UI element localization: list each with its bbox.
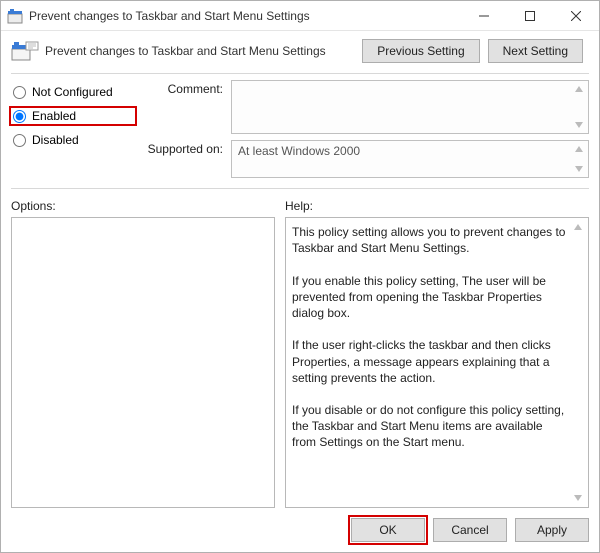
comment-scrollbar[interactable] xyxy=(571,82,587,132)
comment-row: Comment: xyxy=(141,80,589,134)
supported-on-row: Supported on: At least Windows 2000 xyxy=(141,140,589,178)
apply-button[interactable]: Apply xyxy=(515,518,589,542)
policy-subtitle: Prevent changes to Taskbar and Start Men… xyxy=(45,44,362,58)
supported-on-value: At least Windows 2000 xyxy=(232,141,588,161)
next-setting-button[interactable]: Next Setting xyxy=(488,39,583,63)
help-text: This policy setting allows you to preven… xyxy=(286,218,588,457)
help-scrollbar[interactable] xyxy=(570,220,586,505)
state-radio-group: Not Configured Enabled Disabled xyxy=(11,80,135,178)
radio-enabled[interactable]: Enabled xyxy=(11,108,135,124)
cancel-button[interactable]: Cancel xyxy=(433,518,507,542)
scroll-down-icon[interactable] xyxy=(571,162,587,176)
dialog-window: Prevent changes to Taskbar and Start Men… xyxy=(0,0,600,553)
comment-label: Comment: xyxy=(141,80,223,96)
radio-enabled-input[interactable] xyxy=(13,110,26,123)
radio-enabled-label: Enabled xyxy=(32,109,76,123)
policy-icon xyxy=(11,41,39,61)
previous-setting-button[interactable]: Previous Setting xyxy=(362,39,479,63)
separator xyxy=(11,188,589,189)
titlebar: Prevent changes to Taskbar and Start Men… xyxy=(1,1,599,31)
window-controls xyxy=(461,1,599,30)
scroll-up-icon[interactable] xyxy=(571,142,587,156)
scroll-up-icon[interactable] xyxy=(570,220,586,234)
fields: Comment: Supported on: At xyxy=(141,80,589,178)
subheader: Prevent changes to Taskbar and Start Men… xyxy=(1,31,599,73)
settings-band: Not Configured Enabled Disabled Comment: xyxy=(1,80,599,188)
radio-not-configured[interactable]: Not Configured xyxy=(11,84,135,100)
scroll-down-icon[interactable] xyxy=(570,491,586,505)
supported-on-box: At least Windows 2000 xyxy=(231,140,589,178)
radio-disabled-label: Disabled xyxy=(32,133,79,147)
supported-scrollbar[interactable] xyxy=(571,142,587,176)
main-area: Options: Help: This policy setting allow… xyxy=(1,195,599,508)
nav-buttons: Previous Setting Next Setting xyxy=(362,39,583,63)
separator xyxy=(11,73,589,74)
help-label: Help: xyxy=(285,199,589,213)
footer: OK Cancel Apply xyxy=(1,508,599,552)
help-column: Help: This policy setting allows you to … xyxy=(285,195,589,508)
minimize-button[interactable] xyxy=(461,1,507,30)
supported-on-label: Supported on: xyxy=(141,140,223,156)
comment-textarea[interactable] xyxy=(231,80,589,134)
scroll-down-icon[interactable] xyxy=(571,118,587,132)
ok-button[interactable]: OK xyxy=(351,518,425,542)
maximize-button[interactable] xyxy=(507,1,553,30)
options-label: Options: xyxy=(11,199,275,213)
radio-disabled-input[interactable] xyxy=(13,134,26,147)
close-button[interactable] xyxy=(553,1,599,30)
radio-not-configured-label: Not Configured xyxy=(32,85,113,99)
window-title: Prevent changes to Taskbar and Start Men… xyxy=(29,9,461,23)
radio-not-configured-input[interactable] xyxy=(13,86,26,99)
window-icon xyxy=(7,8,23,24)
scroll-up-icon[interactable] xyxy=(571,82,587,96)
options-panel[interactable] xyxy=(11,217,275,508)
help-panel[interactable]: This policy setting allows you to preven… xyxy=(285,217,589,508)
options-column: Options: xyxy=(11,195,275,508)
comment-value xyxy=(232,81,588,87)
radio-disabled[interactable]: Disabled xyxy=(11,132,135,148)
